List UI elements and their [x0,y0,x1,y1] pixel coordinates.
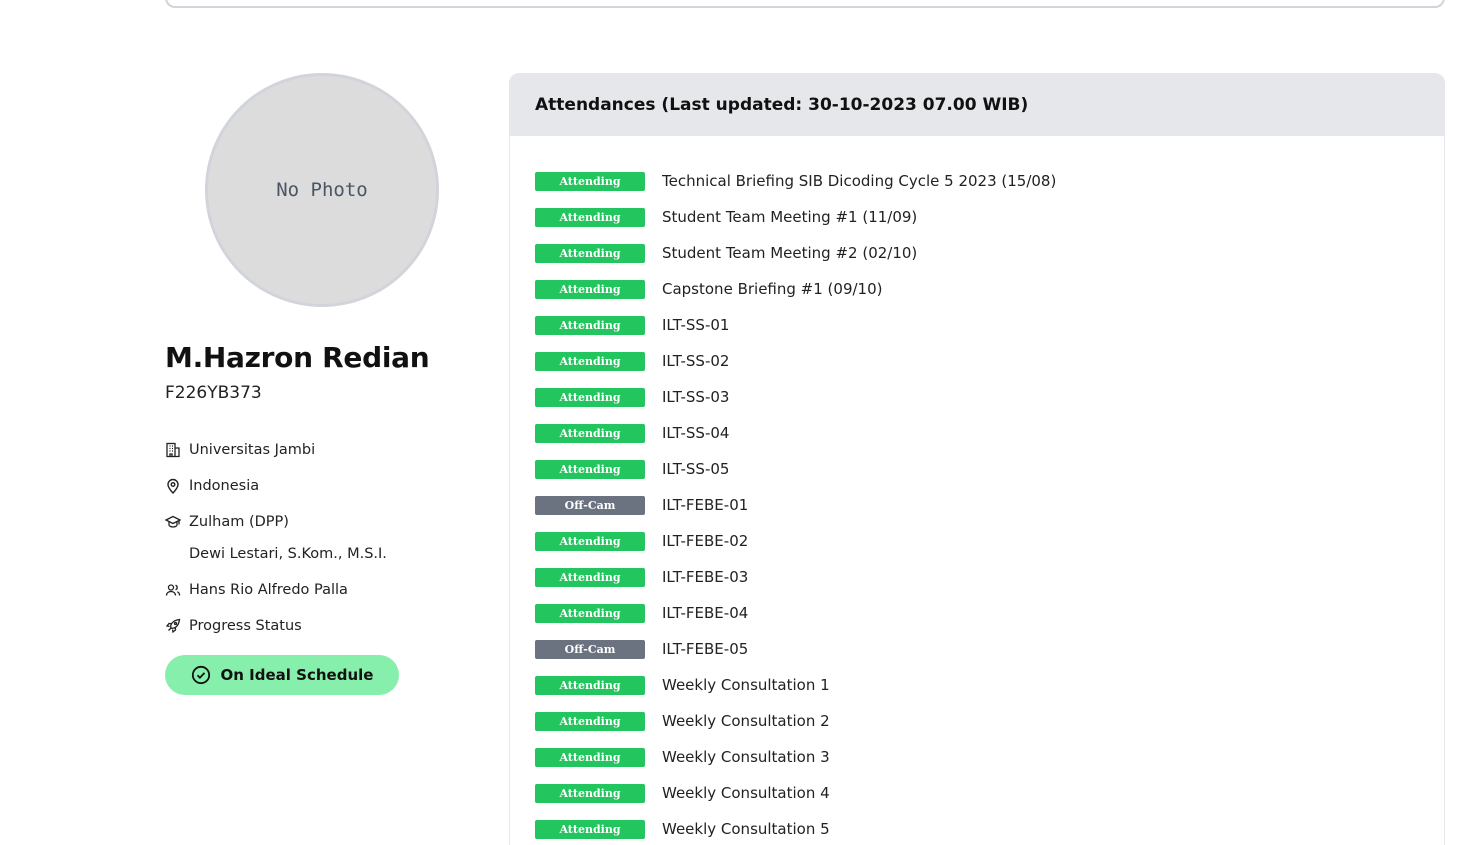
attendance-status-badge: Attending [535,279,645,299]
advisor-row: Dewi Lestari, S.Kom., M.S.I. [189,546,387,562]
attendance-list: Attending Technical Briefing SIB Dicoding… [535,163,1056,845]
attendance-event-title: ILT-SS-05 [662,460,730,478]
attendance-status-badge: Attending [535,423,645,443]
attendance-row: Attending ILT-SS-03 [535,379,1056,415]
attendance-row: Off-Cam ILT-FEBE-05 [535,631,1056,667]
mentor-row: Zulham (DPP) [165,514,289,530]
progress-label: Progress Status [189,618,302,634]
attendance-event-title: ILT-FEBE-01 [662,496,749,514]
attendance-event-title: Weekly Consultation 2 [662,712,830,730]
attendance-row: Attending Weekly Consultation 4 [535,775,1056,811]
attendance-row: Attending Technical Briefing SIB Dicoding… [535,163,1056,199]
attendance-event-title: Weekly Consultation 1 [662,676,830,694]
attendance-event-title: ILT-SS-04 [662,424,730,442]
attendance-row: Attending Weekly Consultation 5 [535,811,1056,845]
graduation-cap-icon [165,514,181,530]
attendance-event-title: Weekly Consultation 3 [662,748,830,766]
attendance-event-title: Weekly Consultation 4 [662,784,830,802]
progress-row: Progress Status [165,618,302,634]
attendance-status-badge: Attending [535,387,645,407]
attendance-status-badge: Attending [535,819,645,839]
attendance-event-title: Student Team Meeting #1 (11/09) [662,208,918,226]
attendance-row: Attending ILT-FEBE-02 [535,523,1056,559]
attendance-row: Attending ILT-SS-04 [535,415,1056,451]
attendance-status-badge: Attending [535,531,645,551]
attendance-row: Attending ILT-SS-05 [535,451,1056,487]
attendance-status-badge: Attending [535,783,645,803]
student-id: F226YB373 [165,383,262,403]
top-card [165,0,1445,8]
attendance-status-badge: Attending [535,243,645,263]
attendance-status-badge: Attending [535,171,645,191]
attendance-status-badge: Attending [535,603,645,623]
attendance-row: Attending ILT-FEBE-03 [535,559,1056,595]
attendance-event-title: Capstone Briefing #1 (09/10) [662,280,883,298]
attendance-event-title: Weekly Consultation 5 [662,820,830,838]
team-row: Hans Rio Alfredo Palla [165,582,348,598]
status-badge: On Ideal Schedule [165,655,399,695]
attendance-row: Attending Weekly Consultation 1 [535,667,1056,703]
status-text: On Ideal Schedule [220,666,374,684]
attendance-status-badge: Attending [535,351,645,371]
avatar: No Photo [205,73,439,307]
attendance-row: Attending Capstone Briefing #1 (09/10) [535,271,1056,307]
attendance-status-badge: Off-Cam [535,495,645,515]
attendance-status-badge: Off-Cam [535,639,645,659]
attendance-row: Attending Weekly Consultation 3 [535,739,1056,775]
attendance-row: Off-Cam ILT-FEBE-01 [535,487,1056,523]
attendance-row: Attending Weekly Consultation 2 [535,703,1056,739]
attendance-row: Attending Student Team Meeting #2 (02/10) [535,235,1056,271]
attendance-status-badge: Attending [535,675,645,695]
attendance-header: Attendances (Last updated: 30-10-2023 07… [510,74,1444,136]
attendance-status-badge: Attending [535,711,645,731]
attendance-row: Attending ILT-FEBE-04 [535,595,1056,631]
attendance-status-badge: Attending [535,567,645,587]
attendance-status-badge: Attending [535,315,645,335]
attendance-event-title: ILT-SS-01 [662,316,730,334]
building-icon [165,442,181,458]
attendance-event-title: Technical Briefing SIB Dicoding Cycle 5 … [662,172,1057,190]
attendance-event-title: ILT-FEBE-03 [662,568,749,586]
check-circle-icon [191,665,210,685]
attendance-event-title: Student Team Meeting #2 (02/10) [662,244,918,262]
attendance-row: Attending Student Team Meeting #1 (11/09) [535,199,1056,235]
attendance-row: Attending ILT-SS-02 [535,343,1056,379]
country-text: Indonesia [189,478,260,494]
advisor-text: Dewi Lestari, S.Kom., M.S.I. [189,546,387,562]
student-name: M.Hazron Redian [165,341,430,374]
rocket-icon [165,618,181,634]
attendance-event-title: ILT-SS-03 [662,388,730,406]
attendance-card: Attendances (Last updated: 30-10-2023 07… [509,73,1445,845]
attendance-event-title: ILT-FEBE-04 [662,604,749,622]
attendance-event-title: ILT-SS-02 [662,352,730,370]
attendance-status-badge: Attending [535,747,645,767]
university-row: Universitas Jambi [165,442,315,458]
map-pin-icon [165,478,181,494]
university-text: Universitas Jambi [189,442,316,458]
attendance-status-badge: Attending [535,207,645,227]
attendance-row: Attending ILT-SS-01 [535,307,1056,343]
no-photo-label: No Photo [276,179,368,201]
country-row: Indonesia [165,478,259,494]
attendance-status-badge: Attending [535,459,645,479]
attendance-event-title: ILT-FEBE-02 [662,532,749,550]
attendance-event-title: ILT-FEBE-05 [662,640,749,658]
mentor-text: Zulham (DPP) [189,514,289,530]
attendance-title: Attendances (Last updated: 30-10-2023 07… [535,95,1029,115]
users-icon [165,582,181,598]
team-member-text: Hans Rio Alfredo Palla [189,582,348,598]
